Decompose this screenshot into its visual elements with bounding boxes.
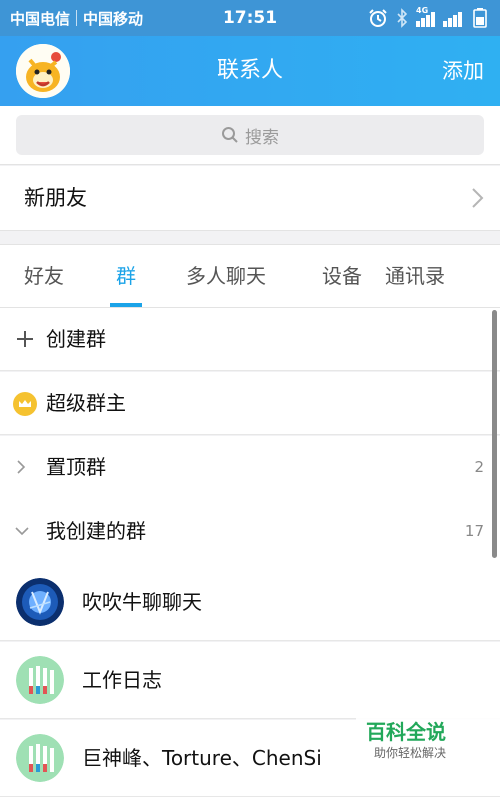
- create-group-label: 创建群: [46, 327, 106, 351]
- pinned-groups-count: 2: [474, 458, 484, 476]
- tab-friends-label: 好友: [24, 264, 64, 288]
- pinned-groups-label: 置顶群: [46, 455, 106, 479]
- watermark-logo: 百科全说 助你轻松解决: [356, 712, 500, 790]
- bluetooth-icon: [397, 8, 408, 28]
- watermark-title: 百科全说: [366, 720, 446, 744]
- tab-address-book[interactable]: 通讯录: [385, 245, 445, 307]
- chevron-right-icon: [472, 188, 484, 208]
- group-name: 巨神峰、Torture、ChenSi: [82, 746, 322, 770]
- group-item[interactable]: 工作日志: [0, 642, 500, 719]
- group-avatar: [16, 656, 64, 704]
- app-header: 联系人 添加: [0, 36, 500, 106]
- page-title: 联系人: [216, 58, 283, 83]
- new-friends-label: 新朋友: [24, 186, 87, 210]
- plus-icon: [17, 331, 33, 347]
- group-avatar-image: [16, 578, 64, 626]
- create-group-row[interactable]: 创建群: [0, 308, 500, 371]
- signal-4g-icon: 4G: [416, 6, 435, 27]
- chevron-down-icon: [15, 527, 29, 536]
- tab-groups-label: 群: [116, 264, 136, 288]
- add-button[interactable]: 添加: [442, 36, 484, 106]
- group-name: 工作日志: [82, 668, 162, 692]
- search-placeholder: 搜索: [245, 127, 279, 148]
- group-avatar: [16, 578, 64, 626]
- pinned-groups-row[interactable]: 置顶群 2: [0, 436, 500, 498]
- alarm-icon: [369, 9, 387, 27]
- created-groups-count: 17: [464, 522, 484, 540]
- group-avatar-image: [16, 734, 64, 782]
- chevron-right-icon: [17, 460, 26, 474]
- super-owner-row[interactable]: 超级群主: [0, 372, 500, 435]
- scrollbar[interactable]: [492, 310, 497, 558]
- group-avatar-image: [16, 656, 64, 704]
- signal-icon: [443, 9, 462, 27]
- crown-icon: [13, 392, 37, 416]
- active-tab-indicator: [110, 303, 142, 307]
- tab-friends[interactable]: 好友: [24, 245, 64, 307]
- tab-devices[interactable]: 设备: [322, 245, 362, 307]
- status-icons: 4G: [368, 6, 490, 28]
- search-input[interactable]: 搜索: [16, 115, 484, 155]
- watermark-subtitle: 助你轻松解决: [374, 746, 447, 760]
- battery-icon: [473, 8, 487, 28]
- search-area: 搜索: [0, 106, 500, 165]
- created-groups-row[interactable]: 我创建的群 17: [0, 498, 500, 564]
- tab-devices-label: 设备: [322, 264, 362, 288]
- tab-multi-chat-label: 多人聊天: [186, 264, 266, 288]
- group-name: 吹吹牛聊聊天: [82, 590, 202, 614]
- group-avatar: [16, 734, 64, 782]
- search-icon: [222, 127, 238, 143]
- super-owner-label: 超级群主: [46, 391, 126, 415]
- status-bar: 中国电信 中国移动 17:51 4G: [0, 0, 500, 36]
- tab-address-book-label: 通讯录: [385, 264, 445, 288]
- network-type-label: 4G: [416, 6, 429, 15]
- tab-groups[interactable]: 群: [110, 245, 142, 307]
- tab-multi-chat[interactable]: 多人聊天: [186, 245, 266, 307]
- created-groups-label: 我创建的群: [46, 519, 146, 543]
- group-item[interactable]: 吹吹牛聊聊天: [0, 564, 500, 641]
- new-friends-row[interactable]: 新朋友: [0, 166, 500, 231]
- contact-tabs: 好友 群 多人聊天 设备 通讯录: [0, 244, 500, 308]
